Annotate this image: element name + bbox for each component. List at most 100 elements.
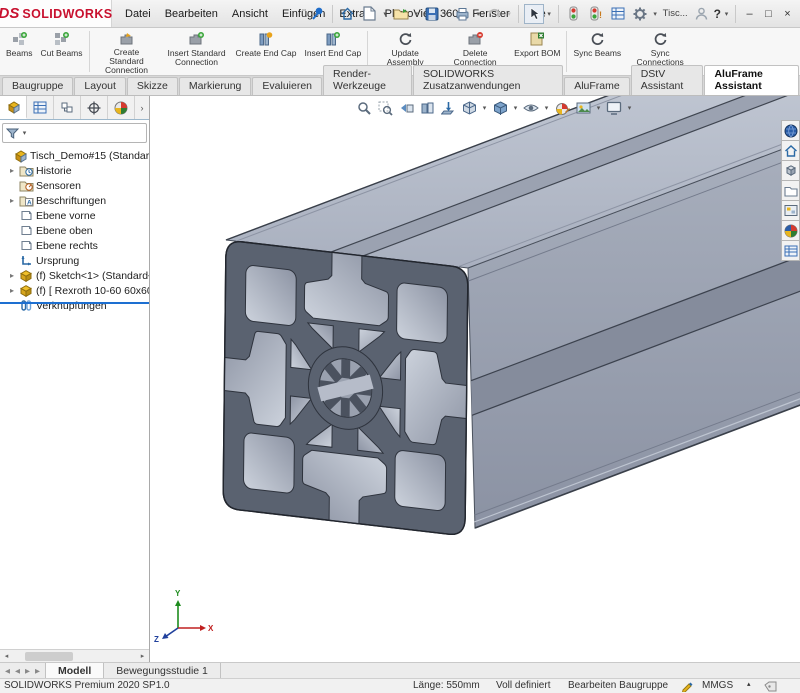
home-icon[interactable] [338,4,358,24]
zoom-area-icon[interactable] [376,99,394,117]
tab-nav-last-icon[interactable]: ▶ [33,667,42,675]
view-palette-tab[interactable] [781,200,800,221]
document-label[interactable]: Tisc... [663,8,688,19]
tree-item-beschriftungen[interactable]: ▸ A Beschriftungen [0,193,149,208]
view-orientation-icon[interactable] [460,99,478,117]
aluminum-profile-model[interactable]: Y X Z [150,96,800,662]
tab-nav-buttons[interactable]: ◀ ◀ ▶ ▶ [0,663,45,678]
close-button[interactable]: × [779,8,796,20]
file-properties-icon[interactable] [608,4,628,24]
units-caret-icon[interactable]: ▴ [747,680,751,688]
tab-aluframe[interactable]: AluFrame [564,77,630,95]
displaymanager-tab[interactable] [108,96,135,119]
configurationmanager-tab[interactable] [54,96,81,119]
tab-markierung[interactable]: Markierung [179,77,252,95]
tree-item-ursprung[interactable]: Ursprung [0,253,149,268]
tag-icon[interactable] [764,681,777,693]
menu-datei[interactable]: Datei [118,0,158,27]
print-icon[interactable] [453,4,473,24]
solidworks-resources-tab[interactable] [781,140,800,161]
edit-appearance-icon[interactable] [553,99,571,117]
select-cursor-icon[interactable] [524,4,544,24]
tab-dstv-assistant[interactable]: DStV Assistant [631,65,704,95]
design-library-tab[interactable] [781,160,800,181]
menu-bearbeiten[interactable]: Bearbeiten [158,0,225,27]
tab-nav-next-icon[interactable]: ▶ [23,667,32,675]
file-explorer-tab[interactable] [781,180,800,201]
menu-ansicht[interactable]: Ansicht [225,0,275,27]
tree-item-ebene-rechts[interactable]: Ebene rechts [0,238,149,253]
tab-evaluieren[interactable]: Evaluieren [252,77,322,95]
tree-item-historie[interactable]: ▸ Historie [0,163,149,178]
zoom-fit-icon[interactable] [355,99,373,117]
solidworks-logo: DS SOLIDWORKS [0,0,112,27]
design-library-icon [784,164,798,177]
defined-status: Voll definiert [496,680,550,691]
beams-icon [11,31,28,48]
hide-show-items-icon[interactable] [522,99,540,117]
appearances-scenes-tab[interactable] [781,220,800,241]
create-end-cap-button[interactable]: Create End Cap [232,28,301,75]
filter-funnel-icon [6,127,19,140]
expand-arrow-icon[interactable]: ▸ [6,166,18,175]
normal-to-icon[interactable] [439,99,457,117]
motion-study-tab[interactable]: Bewegungsstudie 1 [104,663,221,678]
tab-layout[interactable]: Layout [74,77,126,95]
tree-filter[interactable]: ▾ [2,123,147,143]
tab-aluframe-assistant[interactable]: AluFrame Assistant [704,65,799,95]
tree-item-rexroth-profile[interactable]: ▸ (f) [ Rexroth 10-60 60x60 8f3da8bc [0,283,149,298]
tab-render-werkzeuge[interactable]: Render-Werkzeuge [323,65,412,95]
units-status[interactable]: MMGS [702,680,733,691]
threedexperience-tab[interactable] [781,120,800,141]
expand-arrow-icon[interactable]: ▸ [6,286,18,295]
solidworks-window: DS SOLIDWORKS Datei Bearbeiten Ansicht E… [0,0,800,693]
tree-item-ebene-vorne[interactable]: Ebene vorne [0,208,149,223]
tree-item-ebene-oben[interactable]: Ebene oben [0,223,149,238]
propertymanager-tab[interactable] [27,96,54,119]
tree-item-sensoren[interactable]: Sensoren [0,178,149,193]
panel-tabs-more-icon[interactable]: › [135,96,149,119]
scrollbar-thumb[interactable] [25,652,73,661]
scroll-right-icon[interactable]: ▸ [136,652,149,660]
edit-assembly-icon[interactable] [682,681,695,693]
view-settings-icon[interactable] [605,99,623,117]
expand-arrow-icon[interactable]: ▸ [6,271,18,280]
dimxpertmanager-tab[interactable] [81,96,108,119]
tab-baugruppe[interactable]: Baugruppe [2,77,73,95]
apply-scene-icon[interactable] [574,99,592,117]
tab-nav-prev-icon[interactable]: ◀ [13,667,22,675]
pin-icon[interactable] [307,4,327,24]
maximize-button[interactable]: □ [760,8,777,20]
display-style-icon[interactable] [491,99,509,117]
open-file-icon[interactable] [391,4,411,24]
panel-splitter[interactable] [0,302,149,304]
minimize-button[interactable]: – [741,8,758,20]
expand-arrow-icon[interactable]: ▸ [6,196,18,205]
beams-button[interactable]: Beams [2,28,36,75]
tree-item-verknuepfungen[interactable]: Verknüpfungen [0,298,149,313]
tab-zusatzanwendungen[interactable]: SOLIDWORKS Zusatzanwendungen [413,65,563,95]
rebuild-icon[interactable] [564,4,584,24]
model-tab[interactable]: Modell [45,663,104,678]
tab-nav-first-icon[interactable]: ◀ [3,667,12,675]
scroll-left-icon[interactable]: ◂ [0,652,13,660]
panel-horizontal-scrollbar[interactable]: ◂ ▸ [0,649,149,662]
featuremanager-tab[interactable] [0,96,27,119]
tree-item-root[interactable]: Tisch_Demo#15 (Standard<Anzeigest [0,148,149,163]
previous-view-icon[interactable] [397,99,415,117]
tree-item-sketch[interactable]: ▸ (f) Sketch<1> (Standard<<Standa [0,268,149,283]
user-icon[interactable] [692,4,712,24]
section-view-icon[interactable] [418,99,436,117]
custom-properties-tab[interactable] [781,240,800,261]
create-standard-connection-button[interactable]: Create Standard Connection [92,28,162,75]
new-document-icon[interactable] [360,4,380,24]
options-gear-icon[interactable] [630,4,650,24]
tab-skizze[interactable]: Skizze [127,77,178,95]
insert-standard-connection-button[interactable]: Insert Standard Connection [162,28,232,75]
force-rebuild-icon[interactable]: ! [586,4,606,24]
save-icon[interactable] [422,4,442,24]
cut-beams-button[interactable]: Cut Beams [36,28,86,75]
sync-beams-button[interactable]: Sync Beams [569,28,625,75]
help-icon[interactable]: ? [714,7,721,21]
graphics-area[interactable]: Y X Z ▾ ▾ ▾ ▾ ▾ [150,96,800,662]
